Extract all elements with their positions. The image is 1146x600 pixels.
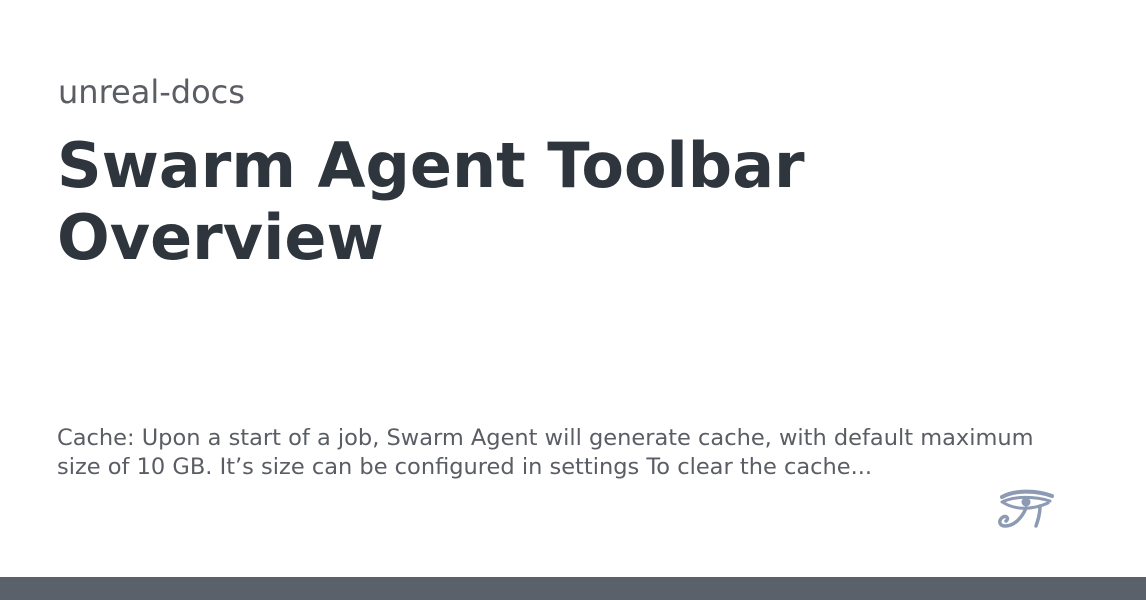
page-title: Swarm Agent Toolbar Overview — [57, 129, 805, 274]
page-description: Cache: Upon a start of a job, Swarm Agen… — [57, 425, 1034, 480]
eye-of-horus-icon — [998, 489, 1054, 528]
site-name: unreal-docs — [58, 73, 245, 111]
bottom-bar — [0, 577, 1146, 600]
social-preview-card: unreal-docs Swarm Agent Toolbar Overview… — [0, 0, 1146, 600]
